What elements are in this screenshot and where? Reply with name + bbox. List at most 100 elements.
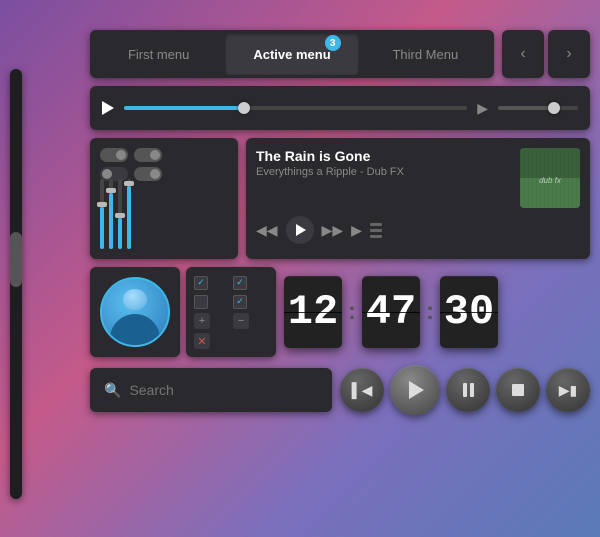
tab-active[interactable]: 3 Active menu [225, 33, 358, 75]
nav-row: First menu 3 Active menu Third Menu ‹ › [90, 30, 590, 78]
tab-third[interactable]: Third Menu [359, 33, 492, 75]
sidebar-scrollbar[interactable] [10, 69, 22, 499]
fader-4-thumb[interactable] [124, 181, 134, 186]
checklist-panel: ✓ ✓ ✓ + − ✕ [186, 267, 276, 357]
faders-row [100, 189, 228, 249]
checkbox-2[interactable]: ✓ [233, 276, 247, 290]
fader-4-track[interactable] [127, 179, 131, 249]
nav-tabs-container: First menu 3 Active menu Third Menu [90, 30, 494, 78]
fader-3-col [118, 179, 122, 249]
music-card: The Rain is Gone Everythings a Ripple - … [246, 138, 590, 259]
toggle-knob-4 [150, 169, 160, 179]
music-text: The Rain is Gone Everythings a Ripple - … [256, 148, 512, 178]
avatar-head [123, 289, 147, 310]
fader-1-track[interactable] [100, 179, 104, 249]
flip-minutes: 47 [362, 276, 420, 348]
fader-3-thumb[interactable] [115, 213, 125, 218]
play-icon [296, 224, 306, 236]
bottom-row-top: ✓ ✓ ✓ + − ✕ [90, 267, 590, 357]
svg-text:dub fx: dub fx [539, 176, 562, 185]
play-triangle-icon [409, 381, 424, 399]
check-item-2: ✓ [233, 276, 268, 290]
flip-clock: 12 : 47 : 30 [284, 276, 498, 348]
avatar-panel[interactable] [90, 267, 180, 357]
toggle-1[interactable] [100, 148, 128, 162]
fader-2-track[interactable] [109, 179, 113, 249]
minus-button[interactable]: − [233, 313, 249, 329]
fader-2-fill [109, 193, 113, 249]
checkbox-3[interactable] [194, 295, 208, 309]
fader-2-col [109, 179, 113, 249]
music-info-row: The Rain is Gone Everythings a Ripple - … [256, 148, 580, 208]
add-button[interactable]: + [194, 313, 210, 329]
music-subtitle: Everythings a Ripple - Dub FX [256, 166, 512, 178]
action-button-x[interactable]: ✕ [194, 333, 210, 349]
album-art: dub fx [520, 148, 580, 208]
music-controls: ◀◀ ▶▶ ▶ [256, 216, 580, 244]
fader-2-thumb[interactable] [106, 188, 116, 193]
avatar-checklist-wrap: ✓ ✓ ✓ + − ✕ [90, 267, 276, 357]
media-play-button[interactable] [102, 101, 114, 115]
fader-1-fill [100, 207, 104, 249]
mute-button[interactable]: ▶ [351, 222, 362, 239]
toggle-2[interactable] [100, 167, 128, 181]
chevron-right-icon: › [566, 45, 571, 63]
scroll-thumb[interactable] [10, 232, 22, 287]
volume-track[interactable] [498, 106, 578, 110]
avatar-circle [100, 277, 170, 347]
tab-first[interactable]: First menu [92, 33, 225, 75]
avatar-wrap [100, 277, 170, 347]
checkbox-1[interactable]: ✓ [194, 276, 208, 290]
avatar-content [102, 279, 168, 345]
menu-button[interactable] [370, 223, 382, 238]
rewind-icon: ▌◀ [352, 382, 373, 399]
album-art-svg: dub fx [520, 148, 580, 208]
media-player-bar: ▶ [90, 86, 590, 130]
fader-4-col [127, 179, 131, 249]
fader-3-track[interactable] [118, 179, 122, 249]
toggle-knob-3 [150, 150, 160, 160]
mixer-toggles [100, 148, 228, 181]
pause-icon [463, 383, 474, 397]
toggle-knob-1 [116, 150, 126, 160]
check-item-3 [194, 295, 229, 309]
search-icon: 🔍 [104, 382, 121, 399]
nav-prev-button[interactable]: ‹ [502, 30, 544, 78]
play-pause-button[interactable] [286, 216, 314, 244]
toggle-knob-2 [102, 169, 112, 179]
avatar-body [110, 314, 160, 345]
big-rewind-button[interactable]: ▌◀ [340, 368, 384, 412]
fader-4-fill [127, 186, 131, 249]
big-forward-button[interactable]: ▶▮ [546, 368, 590, 412]
checkbox-4[interactable]: ✓ [233, 295, 247, 309]
fader-3-fill [118, 218, 122, 250]
nav-next-button[interactable]: › [548, 30, 590, 78]
search-bar[interactable]: 🔍 [90, 368, 332, 412]
progress-thumb[interactable] [238, 102, 250, 114]
fader-1-thumb[interactable] [97, 202, 107, 207]
album-art-inner: dub fx [520, 148, 580, 208]
flip-sep-1: : [348, 298, 356, 326]
flip-seconds: 30 [440, 276, 498, 348]
toggle-4[interactable] [134, 167, 162, 181]
tab-active-label: Active menu [253, 47, 330, 62]
search-input[interactable] [129, 382, 318, 398]
music-title: The Rain is Gone [256, 148, 512, 164]
bottom-row: 🔍 ▌◀ [90, 365, 590, 415]
toggle-3[interactable] [134, 148, 162, 162]
progress-track[interactable] [124, 106, 467, 110]
nav-badge: 3 [325, 35, 341, 51]
big-play-button[interactable] [390, 365, 440, 415]
next-track-button[interactable]: ▶▶ [322, 222, 344, 239]
volume-thumb[interactable] [548, 102, 560, 114]
tab-first-label: First menu [128, 47, 189, 62]
big-pause-button[interactable] [446, 368, 490, 412]
big-stop-button[interactable] [496, 368, 540, 412]
check-item-1: ✓ [194, 276, 229, 290]
prev-track-button[interactable]: ◀◀ [256, 222, 278, 239]
volume-icon: ▶ [477, 100, 488, 117]
chevron-left-icon: ‹ [520, 45, 525, 63]
progress-fill [124, 106, 244, 110]
big-media-controls: ▌◀ ▶▮ [340, 365, 590, 415]
volume-fill [498, 106, 554, 110]
